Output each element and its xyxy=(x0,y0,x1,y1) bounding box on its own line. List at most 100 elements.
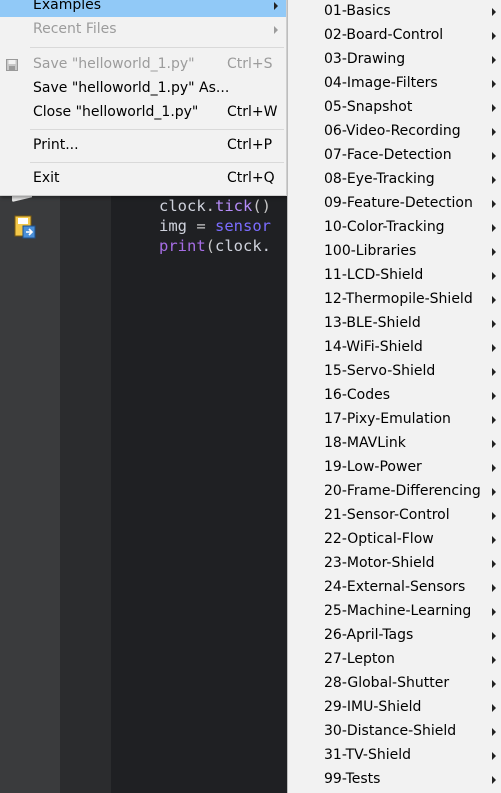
ide-window: 14 15 16 17 clock.tick() img = sensor pr… xyxy=(0,0,501,793)
submenu-item-24-external-sensors[interactable]: 24-External-Sensors xyxy=(288,576,501,600)
submenu-arrow-icon xyxy=(492,224,496,232)
submenu-arrow-icon xyxy=(492,176,496,184)
code-line-14: clock.tick() xyxy=(159,197,271,215)
submenu-arrow-icon xyxy=(492,104,496,112)
submenu-item-20-frame-differencing[interactable]: 20-Frame-Differencing xyxy=(288,480,501,504)
submenu-arrow-icon xyxy=(492,392,496,400)
submenu-item-16-codes[interactable]: 16-Codes xyxy=(288,384,501,408)
submenu-item-09-feature-detection[interactable]: 09-Feature-Detection xyxy=(288,192,501,216)
code-line-16: print(clock. xyxy=(159,237,271,255)
submenu-item-11-lcd-shield[interactable]: 11-LCD-Shield xyxy=(288,264,501,288)
submenu-item-25-machine-learning[interactable]: 25-Machine-Learning xyxy=(288,600,501,624)
submenu-item-label: 18-MAVLink xyxy=(324,435,406,451)
submenu-arrow-icon xyxy=(492,560,496,568)
submenu-item-label: 01-Basics xyxy=(324,3,391,19)
submenu-arrow-icon xyxy=(492,584,496,592)
submenu-item-17-pixy-emulation[interactable]: 17-Pixy-Emulation xyxy=(288,408,501,432)
submenu-item-label: 29-IMU-Shield xyxy=(324,699,422,715)
submenu-item-04-image-filters[interactable]: 04-Image-Filters xyxy=(288,72,501,96)
menu-item-shortcut: Ctrl+S xyxy=(227,56,273,72)
menu-item-label: Examples xyxy=(33,0,102,13)
submenu-item-18-mavlink[interactable]: 18-MAVLink xyxy=(288,432,501,456)
submenu-item-01-basics[interactable]: 01-Basics xyxy=(288,0,501,24)
submenu-item-29-imu-shield[interactable]: 29-IMU-Shield xyxy=(288,696,501,720)
submenu-arrow-icon xyxy=(492,32,496,40)
menu-item-shortcut: Ctrl+Q xyxy=(227,170,275,186)
submenu-item-02-board-control[interactable]: 02-Board-Control xyxy=(288,24,501,48)
submenu-item-22-optical-flow[interactable]: 22-Optical-Flow xyxy=(288,528,501,552)
menu-item-print[interactable]: Print... Ctrl+P xyxy=(0,135,286,157)
submenu-item-label: 13-BLE-Shield xyxy=(324,315,421,331)
submenu-item-19-low-power[interactable]: 19-Low-Power xyxy=(288,456,501,480)
submenu-arrow-icon xyxy=(492,608,496,616)
menu-item-exit[interactable]: Exit Ctrl+Q xyxy=(0,168,286,190)
submenu-arrow-icon xyxy=(492,536,496,544)
submenu-item-label: 04-Image-Filters xyxy=(324,75,438,91)
submenu-arrow-icon xyxy=(492,368,496,376)
code-token: . xyxy=(205,197,216,215)
submenu-item-12-thermopile-shield[interactable]: 12-Thermopile-Shield xyxy=(288,288,501,312)
submenu-arrow-icon xyxy=(274,2,278,10)
submenu-arrow-icon xyxy=(492,704,496,712)
submenu-item-label: 06-Video-Recording xyxy=(324,123,461,139)
code-line-15: img = sensor xyxy=(159,217,271,235)
submenu-item-03-drawing[interactable]: 03-Drawing xyxy=(288,48,501,72)
submenu-item-label: 07-Face-Detection xyxy=(324,147,452,163)
submenu-arrow-icon xyxy=(274,26,278,34)
submenu-item-label: 31-TV-Shield xyxy=(324,747,411,763)
submenu-item-08-eye-tracking[interactable]: 08-Eye-Tracking xyxy=(288,168,501,192)
submenu-item-99-tests[interactable]: 99-Tests xyxy=(288,768,501,792)
submenu-arrow-icon xyxy=(492,776,496,784)
submenu-item-label: 10-Color-Tracking xyxy=(324,219,445,235)
submenu-item-label: 12-Thermopile-Shield xyxy=(324,291,473,307)
submenu-item-28-global-shutter[interactable]: 28-Global-Shutter xyxy=(288,672,501,696)
submenu-item-27-lepton[interactable]: 27-Lepton xyxy=(288,648,501,672)
submenu-item-13-ble-shield[interactable]: 13-BLE-Shield xyxy=(288,312,501,336)
submenu-arrow-icon xyxy=(492,320,496,328)
submenu-arrow-icon xyxy=(492,728,496,736)
submenu-item-label: 24-External-Sensors xyxy=(324,579,466,595)
submenu-arrow-icon xyxy=(492,464,496,472)
menu-item-save-as[interactable]: Save "helloworld_1.py" As... xyxy=(0,78,286,100)
submenu-item-label: 99-Tests xyxy=(324,771,381,787)
submenu-item-15-servo-shield[interactable]: 15-Servo-Shield xyxy=(288,360,501,384)
submenu-item-label: 14-WiFi-Shield xyxy=(324,339,423,355)
submenu-item-label: 19-Low-Power xyxy=(324,459,422,475)
submenu-item-21-sensor-control[interactable]: 21-Sensor-Control xyxy=(288,504,501,528)
menu-item-examples[interactable]: Examples xyxy=(0,0,286,17)
submenu-arrow-icon xyxy=(492,200,496,208)
submenu-item-10-color-tracking[interactable]: 10-Color-Tracking xyxy=(288,216,501,240)
code-token: = xyxy=(187,217,215,235)
submenu-arrow-icon xyxy=(492,296,496,304)
save-file-icon[interactable] xyxy=(12,214,38,240)
menu-item-recent-files[interactable]: Recent Files xyxy=(0,19,286,41)
submenu-item-100-libraries[interactable]: 100-Libraries xyxy=(288,240,501,264)
submenu-arrow-icon xyxy=(492,632,496,640)
code-token: clock xyxy=(159,197,206,215)
submenu-arrow-icon xyxy=(492,272,496,280)
submenu-arrow-icon xyxy=(492,56,496,64)
submenu-arrow-icon xyxy=(492,344,496,352)
submenu-item-06-video-recording[interactable]: 06-Video-Recording xyxy=(288,120,501,144)
submenu-item-07-face-detection[interactable]: 07-Face-Detection xyxy=(288,144,501,168)
submenu-item-30-distance-shield[interactable]: 30-Distance-Shield xyxy=(288,720,501,744)
menu-item-label: Save "helloworld_1.py" xyxy=(33,56,195,72)
submenu-item-26-april-tags[interactable]: 26-April-Tags xyxy=(288,624,501,648)
menu-separator xyxy=(30,162,284,163)
submenu-item-23-motor-shield[interactable]: 23-Motor-Shield xyxy=(288,552,501,576)
submenu-item-label: 17-Pixy-Emulation xyxy=(324,411,451,427)
submenu-arrow-icon xyxy=(492,8,496,16)
menu-item-save[interactable]: Save "helloworld_1.py" Ctrl+S xyxy=(0,54,286,76)
submenu-item-14-wifi-shield[interactable]: 14-WiFi-Shield xyxy=(288,336,501,360)
submenu-item-label: 15-Servo-Shield xyxy=(324,363,436,379)
submenu-item-label: 11-LCD-Shield xyxy=(324,267,424,283)
submenu-item-31-tv-shield[interactable]: 31-TV-Shield xyxy=(288,744,501,768)
code-token: tick xyxy=(215,197,253,215)
submenu-arrow-icon xyxy=(492,752,496,760)
menu-item-close[interactable]: Close "helloworld_1.py" Ctrl+W xyxy=(0,102,286,124)
file-menu: Examples Recent Files Save "helloworld_1… xyxy=(0,0,287,196)
menu-item-label: Close "helloworld_1.py" xyxy=(33,104,199,120)
menu-item-label: Save "helloworld_1.py" As... xyxy=(33,80,230,96)
submenu-item-05-snapshot[interactable]: 05-Snapshot xyxy=(288,96,501,120)
submenu-item-label: 21-Sensor-Control xyxy=(324,507,450,523)
